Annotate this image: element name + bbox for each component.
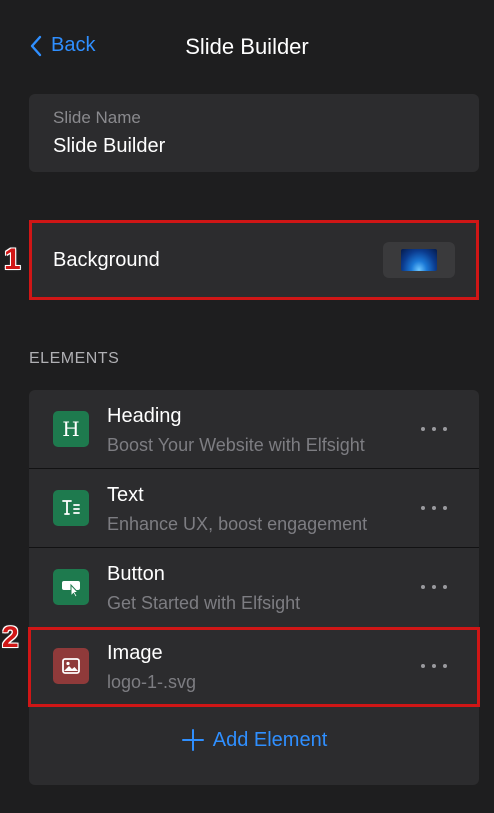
element-title: Button bbox=[107, 563, 165, 585]
element-subtitle: Get Started with Elfsight bbox=[107, 593, 301, 613]
slide-name-field[interactable]: Slide Name Slide Builder bbox=[29, 94, 479, 172]
page-title: Slide Builder bbox=[185, 34, 309, 59]
element-row-text[interactable]: Text Enhance UX, boost engagement bbox=[29, 469, 479, 548]
element-title: Text bbox=[107, 484, 144, 506]
slide-name-value[interactable]: Slide Builder bbox=[53, 135, 165, 158]
svg-text:H: H bbox=[62, 418, 79, 440]
text-icon bbox=[53, 490, 89, 526]
add-element-label[interactable]: Add Element bbox=[213, 729, 328, 752]
slide-name-label: Slide Name bbox=[53, 108, 141, 127]
element-subtitle: Enhance UX, boost engagement bbox=[107, 514, 368, 534]
element-row-button[interactable]: Button Get Started with Elfsight bbox=[29, 548, 479, 627]
element-row-heading[interactable]: H Heading Boost Your Website with Elfsig… bbox=[29, 390, 479, 469]
heading-icon: H bbox=[53, 411, 89, 447]
annotation-marker-1: 1 bbox=[4, 243, 21, 276]
more-options-button[interactable] bbox=[421, 497, 447, 519]
elements-section-label: ELEMENTS bbox=[29, 350, 120, 367]
highlight-box-1 bbox=[29, 220, 479, 300]
add-element-button[interactable]: Add Element bbox=[29, 728, 479, 752]
element-subtitle: Boost Your Website with Elfsight bbox=[107, 435, 365, 455]
elements-list: H Heading Boost Your Website with Elfsig… bbox=[29, 390, 479, 785]
button-icon bbox=[53, 569, 89, 605]
header: Back Slide Builder bbox=[0, 0, 494, 94]
element-title: Heading bbox=[107, 405, 182, 427]
highlight-box-2 bbox=[28, 627, 480, 707]
more-options-button[interactable] bbox=[421, 418, 447, 440]
more-options-button[interactable] bbox=[421, 576, 447, 598]
annotation-marker-2: 2 bbox=[2, 621, 19, 654]
plus-icon bbox=[181, 729, 204, 751]
